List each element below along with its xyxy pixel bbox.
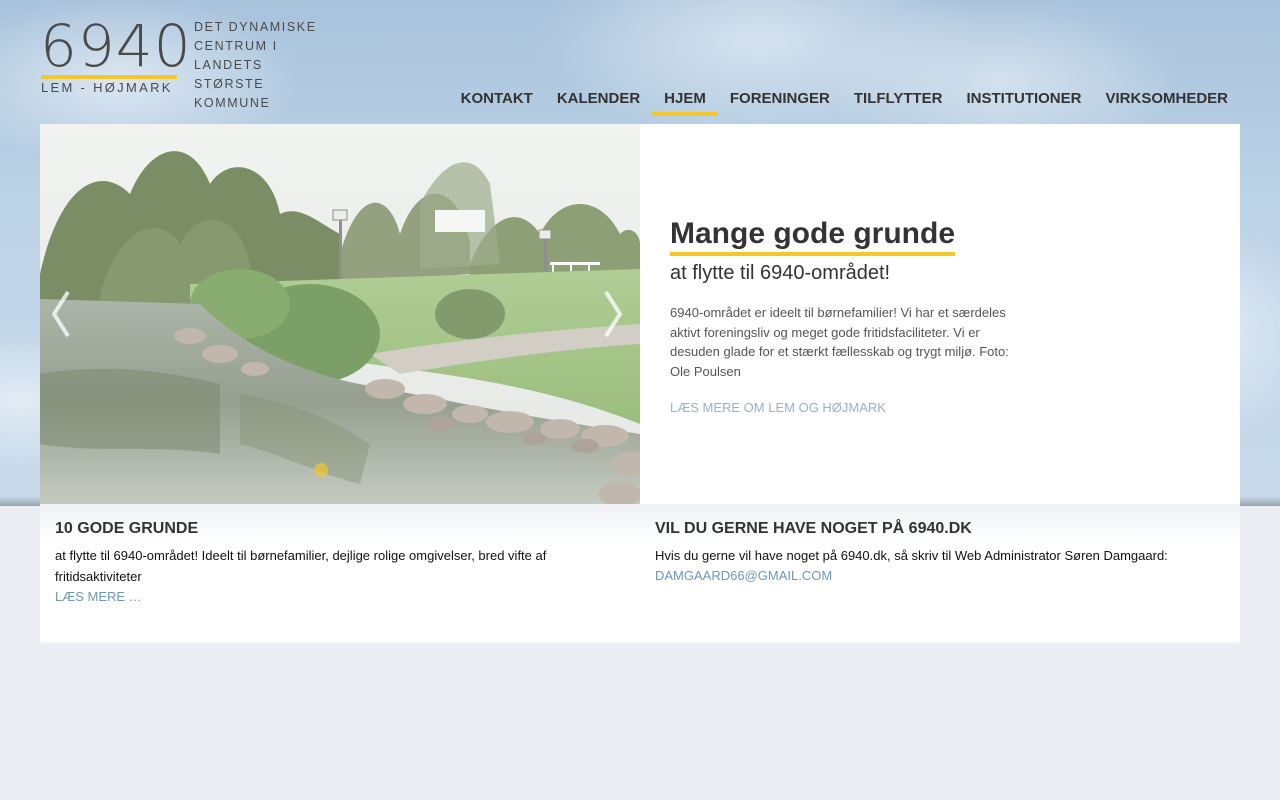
nav-item-institutioner[interactable]: INSTITUTIONER xyxy=(954,88,1093,116)
chevron-left-icon xyxy=(51,290,70,338)
logo-tagline-line-2: CENTRUM I LANDETS xyxy=(194,39,278,72)
site-logo[interactable]: 6940 LEM - HØJMARK DET DYNAMISKE CENTRUM… xyxy=(40,14,340,110)
contribute-body: Hvis du gerne vil have noget på 6940.dk,… xyxy=(655,548,1168,563)
slide-subtitle: at flytte til 6940-området! xyxy=(670,262,891,284)
info-boxes: 10 GODE GRUNDE at flytte til 6940-område… xyxy=(40,504,1240,643)
logo-subtitle: LEM - HØJMARK xyxy=(41,80,173,95)
nav-item-hjem[interactable]: HJEM xyxy=(652,88,718,116)
logo-underline xyxy=(41,75,177,79)
slide-title: Mange gode grunde xyxy=(670,216,955,256)
hero-slider: Mange gode grunde at flytte til 6940-omr… xyxy=(40,124,1240,504)
slider-next-arrow[interactable] xyxy=(592,284,632,344)
logo-tagline: DET DYNAMISKE CENTRUM I LANDETS STØRSTE … xyxy=(194,18,340,113)
slide-caption: Mange gode grunde at flytte til 6940-omr… xyxy=(670,216,1020,415)
admin-email-link[interactable]: DAMGAARD66@GMAIL.COM xyxy=(655,566,1225,586)
reasons-read-more-link[interactable]: LÆS MERE … xyxy=(55,587,575,607)
logo-tagline-line-1: DET DYNAMISKE xyxy=(194,20,317,34)
contribute-box: VIL DU GERNE HAVE NOGET PÅ 6940.DK Hvis … xyxy=(655,520,1225,586)
nav-item-foreninger[interactable]: FORENINGER xyxy=(718,88,842,116)
nav-item-kalender[interactable]: KALENDER xyxy=(545,88,652,116)
logo-tagline-line-3: STØRSTE KOMMUNE xyxy=(194,77,271,110)
read-more-lem-hojmark-link[interactable]: LÆS MERE OM LEM OG HØJMARK xyxy=(670,400,1020,415)
slide-photo xyxy=(40,124,640,504)
main-nav: KONTAKT KALENDER HJEM FORENINGER TILFLYT… xyxy=(449,88,1240,116)
chevron-right-icon xyxy=(604,290,623,338)
slider-dot[interactable] xyxy=(314,463,328,477)
reasons-box: 10 GODE GRUNDE at flytte til 6940-område… xyxy=(55,520,575,607)
reasons-body: at flytte til 6940-området! Ideelt til b… xyxy=(55,548,547,584)
reasons-title: 10 GODE GRUNDE xyxy=(55,520,199,537)
nav-item-tilflytter[interactable]: TILFLYTTER xyxy=(842,88,955,116)
logo-number: 6940 xyxy=(40,12,192,80)
nav-item-virksomheder[interactable]: VIRKSOMHEDER xyxy=(1093,88,1240,116)
slider-prev-arrow[interactable] xyxy=(42,284,82,344)
contribute-title: VIL DU GERNE HAVE NOGET PÅ 6940.DK xyxy=(655,520,972,537)
slide-body: 6940-området er ideelt til børnefamilier… xyxy=(670,305,1009,379)
nav-item-kontakt[interactable]: KONTAKT xyxy=(449,88,545,116)
